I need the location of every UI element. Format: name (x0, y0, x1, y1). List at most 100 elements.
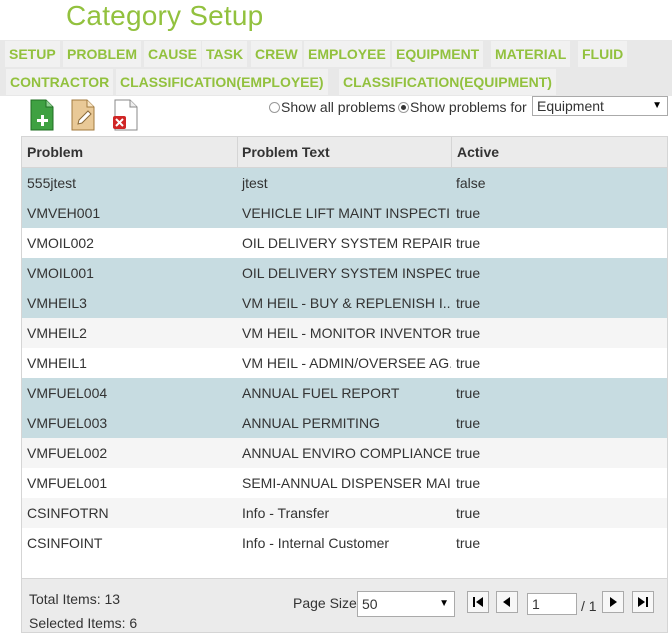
equipment-select[interactable]: Equipment ▼ (532, 96, 668, 116)
tab-classification-equipment[interactable]: CLASSIFICATION(EQUIPMENT) (339, 69, 556, 95)
problem-cell: VMFUEL003 (27, 415, 108, 431)
active-cell: true (456, 385, 481, 401)
delete-document-icon[interactable] (111, 99, 139, 131)
next-page-icon (610, 597, 617, 607)
problems-grid: Problem Problem Text Active 555jtest jtes… (21, 136, 668, 633)
table-row[interactable]: VMFUEL001 SEMI-ANNUAL DISPENSER MAI... tru… (22, 468, 667, 498)
problem-text-cell: SEMI-ANNUAL DISPENSER MAI... (242, 475, 451, 491)
problem-text-cell: VM HEIL - MONITOR INVENTORY (242, 325, 451, 341)
first-page-icon (473, 597, 483, 607)
show-all-radio[interactable] (269, 102, 280, 113)
page-total: / 1 (581, 598, 597, 614)
problem-cell: VMOIL001 (27, 265, 94, 281)
active-cell: true (456, 475, 481, 491)
table-row[interactable]: VMVEH001 VEHICLE LIFT MAINT INSPECTI... tr… (22, 198, 667, 228)
tab-fluid[interactable]: FLUID (578, 41, 628, 67)
tab-contractor[interactable]: CONTRACTOR (6, 69, 114, 95)
column-header-active[interactable]: Active (452, 137, 667, 168)
problem-cell: VMFUEL004 (27, 385, 108, 401)
active-cell: true (456, 355, 481, 371)
active-cell: true (456, 535, 481, 551)
active-cell: true (456, 235, 481, 251)
table-row[interactable]: CSINFOINT Info - Internal Customer true (22, 528, 667, 558)
first-page-button[interactable] (467, 591, 489, 613)
table-row[interactable]: VMOIL002 OIL DELIVERY SYSTEM REPAIR true (22, 228, 667, 258)
problem-text-cell: OIL DELIVERY SYSTEM REPAIR (242, 235, 451, 251)
current-page-input[interactable]: 1 (527, 593, 577, 615)
page-size-label: Page Size: (293, 595, 361, 611)
equipment-select-value: Equipment (537, 98, 604, 114)
tab-setup[interactable]: SETUP (5, 41, 60, 67)
problem-cell: VMHEIL3 (27, 295, 87, 311)
problem-cell: VMOIL002 (27, 235, 94, 251)
active-cell: false (456, 175, 486, 191)
total-items: Total Items: 13 (29, 591, 121, 607)
show-all-problems-option[interactable]: Show all problems (269, 97, 395, 117)
grid-footer: Total Items: 13 Selected Items: 6 Page S… (22, 578, 667, 632)
page-title: Category Setup (66, 0, 264, 31)
problem-text-cell: VM HEIL - ADMIN/OVERSEE AG... (242, 355, 451, 371)
problem-cell: VMFUEL002 (27, 445, 108, 461)
active-cell: true (456, 205, 481, 221)
tab-equipment[interactable]: EQUIPMENT (392, 41, 484, 67)
table-row[interactable]: VMHEIL2 VM HEIL - MONITOR INVENTORY true (22, 318, 667, 348)
table-row[interactable]: CSINFOTRN Info - Transfer true (22, 498, 667, 528)
tab-employee[interactable]: EMPLOYEE (304, 41, 390, 67)
tab-problem[interactable]: PROBLEM (63, 41, 141, 67)
last-page-button[interactable] (632, 591, 654, 613)
table-row[interactable]: VMFUEL003 ANNUAL PERMITING true (22, 408, 667, 438)
tab-cause[interactable]: CAUSE (144, 41, 202, 67)
problem-cell: VMVEH001 (27, 205, 101, 221)
problem-cell: CSINFOINT (27, 535, 103, 551)
dropdown-arrow-icon: ▼ (652, 100, 662, 111)
show-for-label: Show problems for (410, 99, 527, 115)
tab-task[interactable]: TASK (202, 41, 248, 67)
problem-cell: VMHEIL2 (27, 325, 87, 341)
add-document-icon[interactable] (29, 99, 57, 131)
column-header-problem-text[interactable]: Problem Text (237, 137, 452, 168)
edit-document-icon[interactable] (70, 99, 98, 131)
show-problems-for-option[interactable]: Show problems for (398, 97, 527, 117)
problem-cell: CSINFOTRN (27, 505, 109, 521)
active-cell: true (456, 505, 481, 521)
last-page-icon (638, 597, 648, 607)
previous-page-icon (503, 597, 510, 607)
problem-text-cell: VEHICLE LIFT MAINT INSPECTI... (242, 205, 451, 221)
category-tab-bar: SETUP PROBLEM CAUSE TASK CREW EMPLOYEE E… (0, 40, 672, 96)
problem-cell: VMHEIL1 (27, 355, 87, 371)
active-cell: true (456, 445, 481, 461)
page-size-value: 50 (362, 596, 378, 612)
dropdown-arrow-icon: ▼ (439, 598, 449, 609)
table-row[interactable]: 555jtest jtest false (22, 168, 667, 198)
problem-text-cell: ANNUAL FUEL REPORT (242, 385, 400, 401)
column-header-problem[interactable]: Problem (22, 137, 238, 168)
table-row[interactable]: VMFUEL004 ANNUAL FUEL REPORT true (22, 378, 667, 408)
previous-page-button[interactable] (496, 591, 518, 613)
grid-header: Problem Problem Text Active (22, 137, 667, 168)
table-row[interactable]: VMHEIL1 VM HEIL - ADMIN/OVERSEE AG... true (22, 348, 667, 378)
table-row[interactable]: VMHEIL3 VM HEIL - BUY & REPLENISH I... tru… (22, 288, 667, 318)
table-row[interactable]: VMOIL001 OIL DELIVERY SYSTEM INSPEC... tru… (22, 258, 667, 288)
problem-text-cell: Info - Internal Customer (242, 535, 390, 551)
active-cell: true (456, 415, 481, 431)
problem-text-cell: OIL DELIVERY SYSTEM INSPEC... (242, 265, 451, 281)
active-cell: true (456, 265, 481, 281)
tab-material[interactable]: MATERIAL (491, 41, 571, 67)
active-cell: true (456, 325, 481, 341)
tab-crew[interactable]: CREW (251, 41, 302, 67)
problem-cell: 555jtest (27, 175, 77, 191)
selected-items: Selected Items: 6 (29, 615, 138, 631)
active-cell: true (456, 295, 481, 311)
next-page-button[interactable] (602, 591, 624, 613)
problem-text-cell: ANNUAL PERMITING (242, 415, 380, 431)
show-for-radio[interactable] (398, 102, 409, 113)
problem-text-cell: VM HEIL - BUY & REPLENISH I... (242, 295, 451, 311)
problem-text-cell: Info - Transfer (242, 505, 330, 521)
page-size-select[interactable]: 50 ▼ (357, 591, 455, 617)
show-all-label: Show all problems (281, 99, 396, 115)
tab-classification-employee[interactable]: CLASSIFICATION(EMPLOYEE) (116, 69, 328, 95)
table-row[interactable]: VMFUEL002 ANNUAL ENVIRO COMPLIANCE ... tru… (22, 438, 667, 468)
problem-cell: VMFUEL001 (27, 475, 108, 491)
problem-text-cell: jtest (242, 175, 268, 191)
problem-text-cell: ANNUAL ENVIRO COMPLIANCE ... (242, 445, 451, 461)
